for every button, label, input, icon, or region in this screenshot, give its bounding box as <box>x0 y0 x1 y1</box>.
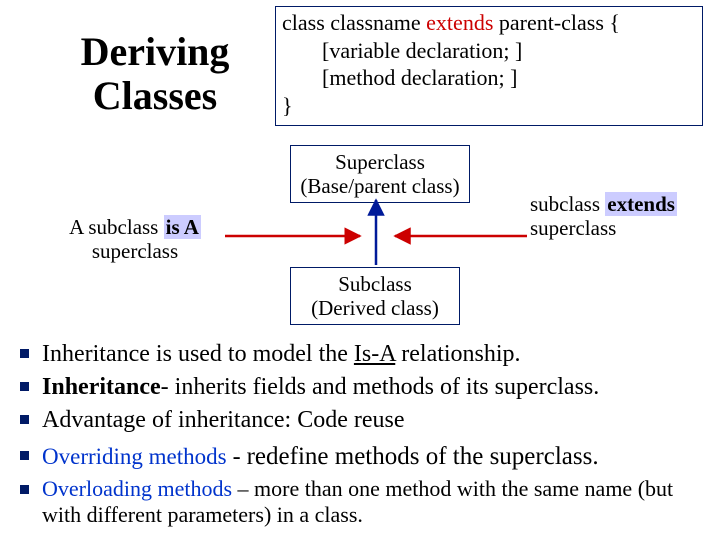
extends-label: subclass extends superclass <box>530 192 705 240</box>
code-syntax-box: class classname extends parent-class { [… <box>275 6 703 126</box>
b1-t3: relationship. <box>395 341 520 367</box>
code-line1c: parent-class { <box>493 10 620 35</box>
code-line2: [variable declaration; ] <box>282 37 696 65</box>
bullet-group-2: Overriding methods - redefine methods of… <box>14 442 704 533</box>
isa-line1a: A subclass <box>69 215 164 239</box>
bullet-overriding: Overriding methods - redefine methods of… <box>14 442 704 472</box>
b2-bold: Inheritance <box>42 374 161 400</box>
slide-title: Deriving Classes <box>40 30 270 118</box>
overriding-desc: redefine methods of the superclass. <box>247 443 599 470</box>
ext-line1a: subclass <box>530 192 605 216</box>
b1-isa-underline: Is-A <box>354 341 395 367</box>
bullet-inheritance: Inheritance- inherits fields and methods… <box>14 373 704 402</box>
bullet-advantage: Advantage of inheritance: Code reuse <box>14 406 704 435</box>
bullet-is-a: Inheritance is used to model the Is-A re… <box>14 340 704 369</box>
bullet-group-1: Inheritance is used to model the Is-A re… <box>14 340 704 438</box>
ext-highlight: extends <box>605 192 677 216</box>
bullet-overloading: Overloading methods – more than one meth… <box>14 476 704 529</box>
is-a-label: A subclass is A superclass <box>45 215 225 263</box>
subclass-label-1: Subclass <box>299 272 451 296</box>
code-line4: } <box>282 92 696 120</box>
subclass-box: Subclass (Derived class) <box>290 267 460 325</box>
ov-dash: - <box>227 444 247 470</box>
b1-t1: Inheritance is used to model the <box>42 341 354 367</box>
ext-line2: superclass <box>530 216 705 240</box>
overriding-term: Overriding methods <box>42 444 227 469</box>
b2-rest: - inherits fields and methods of its sup… <box>161 374 600 400</box>
superclass-label-1: Superclass <box>299 150 461 174</box>
superclass-box: Superclass (Base/parent class) <box>290 145 470 203</box>
superclass-label-2: (Base/parent class) <box>299 174 461 198</box>
isa-highlight: is A <box>164 215 201 239</box>
code-line1a: class classname <box>282 10 426 35</box>
code-line3: [method declaration; ] <box>282 64 696 92</box>
overloading-term: Overloading methods <box>42 476 232 501</box>
code-keyword-extends: extends <box>426 10 493 35</box>
isa-line2: superclass <box>45 239 225 263</box>
subclass-label-2: (Derived class) <box>299 296 451 320</box>
